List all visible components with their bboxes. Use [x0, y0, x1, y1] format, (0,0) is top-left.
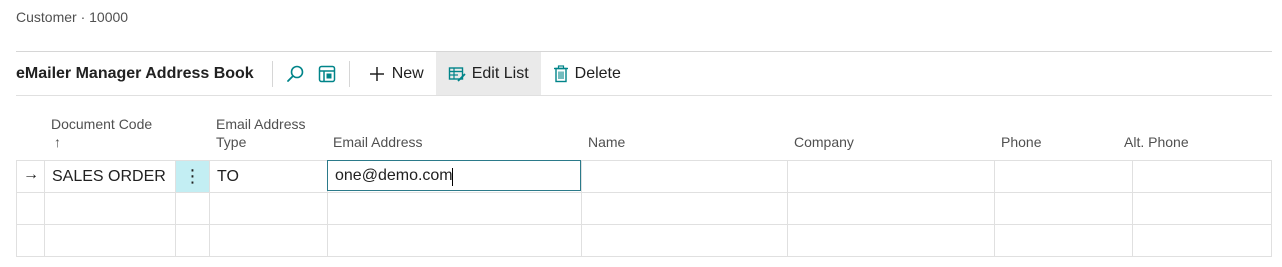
cell-alt-phone[interactable]	[1133, 193, 1272, 224]
column-header-phone[interactable]: Phone	[1001, 96, 1101, 160]
action-bar: eMailer Manager Address Book New Edit Li…	[16, 52, 1272, 96]
row-indicator: →	[16, 161, 45, 192]
breadcrumb[interactable]: Customer · 10000	[16, 9, 128, 25]
divider	[348, 60, 350, 87]
delete-button[interactable]: Delete	[541, 52, 633, 95]
column-header-name[interactable]: Name	[588, 96, 738, 160]
sort-ascending-icon: ↑	[54, 134, 61, 150]
cell-alt-phone[interactable]	[1133, 225, 1272, 256]
cell-email-address-wrapper: one@demo.com	[327, 160, 582, 192]
table-row[interactable]: → SALES ORDER ⋮ TO one@demo.com	[16, 160, 1272, 193]
new-label: New	[391, 64, 424, 82]
row-menu-cell[interactable]	[176, 225, 210, 256]
more-options-icon: ⋮	[183, 166, 202, 186]
row-menu-cell[interactable]	[176, 193, 210, 224]
current-row-arrow-icon: →	[23, 166, 39, 183]
table-row[interactable]	[16, 225, 1272, 257]
cell-company[interactable]	[788, 225, 995, 256]
row-indicator	[16, 193, 45, 224]
cell-email-type[interactable]	[210, 225, 328, 256]
cell-phone[interactable]	[995, 161, 1133, 192]
trash-icon	[553, 64, 568, 82]
column-header-email-type[interactable]: Email Address Type	[216, 96, 326, 160]
cell-document-code[interactable]	[45, 225, 176, 256]
cell-alt-phone[interactable]	[1133, 161, 1272, 192]
cell-name[interactable]	[582, 161, 788, 192]
cell-company[interactable]	[788, 193, 995, 224]
address-book-grid: Document Code ↑ Email Address Type Email…	[16, 96, 1272, 257]
row-indicator	[16, 225, 45, 256]
delete-label: Delete	[574, 64, 621, 82]
table-row[interactable]	[16, 193, 1272, 225]
cell-name[interactable]	[582, 193, 788, 224]
row-menu-button[interactable]: ⋮	[176, 161, 210, 192]
cell-email-address[interactable]	[328, 225, 582, 256]
plus-icon	[369, 66, 384, 81]
cell-phone[interactable]	[995, 225, 1133, 256]
email-address-input[interactable]: one@demo.com	[327, 160, 581, 191]
edit-list-label: Edit List	[471, 64, 529, 82]
divider	[271, 60, 273, 87]
edit-list-button[interactable]: Edit List	[435, 52, 541, 95]
column-header-alt-phone[interactable]: Alt. Phone	[1124, 96, 1224, 160]
cell-name[interactable]	[582, 225, 788, 256]
cell-phone[interactable]	[995, 193, 1133, 224]
cell-email-type[interactable]	[210, 193, 328, 224]
cell-document-code[interactable]	[45, 193, 176, 224]
column-header-email-address[interactable]: Email Address	[333, 96, 533, 160]
column-header-company[interactable]: Company	[794, 96, 944, 160]
column-header-document-code[interactable]: Document Code ↑	[51, 96, 191, 160]
cell-company[interactable]	[788, 161, 995, 192]
cell-document-code[interactable]: SALES ORDER	[45, 161, 176, 192]
new-button[interactable]: New	[356, 52, 436, 95]
grid-header: Document Code ↑ Email Address Type Email…	[16, 96, 1272, 161]
text-caret	[452, 168, 453, 186]
page-title: eMailer Manager Address Book	[16, 64, 254, 82]
search-icon[interactable]	[279, 59, 311, 89]
cell-email-address[interactable]	[328, 193, 582, 224]
cell-email-type[interactable]: TO	[210, 161, 328, 192]
filter-pane-icon[interactable]	[311, 59, 343, 89]
edit-list-icon	[448, 66, 466, 82]
